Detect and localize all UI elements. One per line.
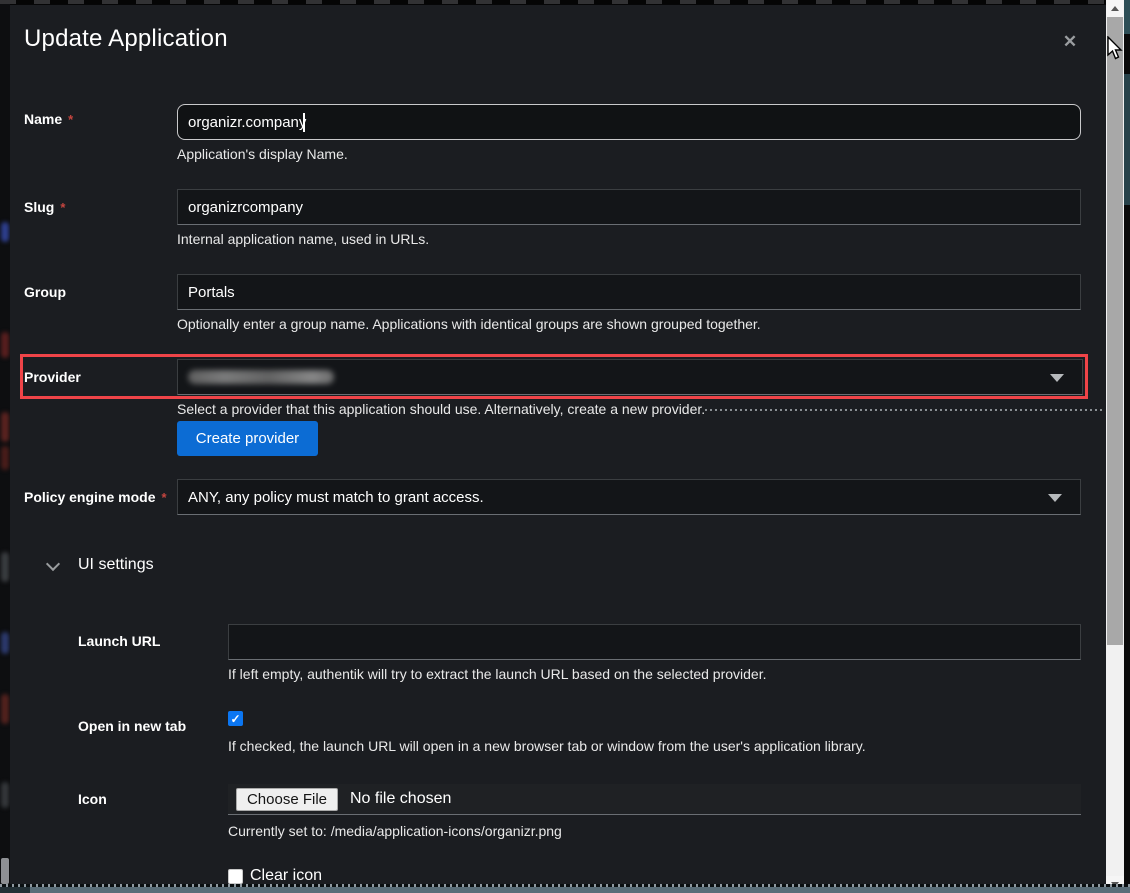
launch-url-input[interactable] (228, 624, 1081, 660)
create-provider-button[interactable]: Create provider (177, 421, 318, 456)
required-marker: * (68, 112, 73, 127)
update-application-modal: Update Application ✕ Name * Application's… (10, 5, 1106, 884)
file-status-text: No file chosen (350, 790, 451, 808)
group-help: Optionally enter a group name. Applicati… (177, 316, 761, 332)
group-label-text: Group (24, 284, 66, 300)
open-in-new-tab-label-text: Open in new tab (78, 718, 186, 734)
open-in-new-tab-help: If checked, the launch URL will open in … (228, 738, 866, 754)
launch-url-label: Launch URL (78, 633, 160, 649)
policy-engine-mode-label: Policy engine mode * (24, 489, 167, 505)
launch-url-label-text: Launch URL (78, 633, 160, 649)
name-label: Name * (24, 111, 73, 127)
redacted-provider-value (188, 370, 334, 384)
edge-segment (1124, 0, 1130, 34)
name-label-text: Name (24, 111, 62, 127)
scrollbar[interactable] (1106, 0, 1124, 893)
slug-help: Internal application name, used in URLs. (177, 231, 429, 247)
modal-title: Update Application (24, 25, 228, 53)
provider-label-text: Provider (24, 369, 81, 385)
text-cursor (303, 113, 305, 132)
required-marker: * (161, 490, 166, 505)
icon-label: Icon (78, 791, 107, 807)
policy-engine-mode-select[interactable]: ANY, any policy must match to grant acce… (177, 479, 1081, 515)
group-label: Group (24, 284, 66, 300)
background-blob (1, 222, 9, 242)
icon-file-input[interactable]: Choose File No file chosen (228, 784, 1081, 815)
scrollbar-up-button[interactable] (1106, 0, 1124, 17)
screen-bottom-edge (0, 887, 1130, 893)
background-blob (1, 632, 9, 654)
open-in-new-tab-checkbox[interactable]: ✓ (228, 711, 243, 726)
background-blob (1, 446, 9, 470)
chevron-down-icon[interactable] (46, 557, 60, 571)
checkmark-icon: ✓ (230, 712, 240, 726)
close-icon[interactable]: ✕ (1058, 30, 1082, 54)
background-blob (1, 782, 9, 808)
choose-file-button[interactable]: Choose File (236, 788, 338, 811)
dotted-line-artifact (705, 409, 1105, 411)
launch-url-help: If left empty, authentik will try to ext… (228, 666, 767, 682)
ui-settings-section-header[interactable]: UI settings (78, 556, 154, 574)
name-help: Application's display Name. (177, 146, 348, 162)
slug-label: Slug * (24, 199, 65, 215)
screen-right-edge (1124, 0, 1130, 893)
slug-label-text: Slug (24, 199, 54, 215)
required-marker: * (60, 200, 65, 215)
name-input[interactable] (177, 104, 1081, 140)
screenshot-edge-dashes-top (0, 0, 1130, 4)
clear-icon-checkbox[interactable] (228, 869, 243, 884)
background-blob (1, 694, 9, 724)
provider-select[interactable] (177, 359, 1083, 395)
slug-input[interactable] (177, 189, 1081, 225)
chevron-down-icon (1050, 374, 1064, 382)
edge-segment (1124, 74, 1130, 205)
background-page-sliver (0, 4, 10, 884)
background-blob (1, 412, 9, 442)
chevron-down-icon (1048, 494, 1062, 502)
icon-help: Currently set to: /media/application-ico… (228, 823, 562, 839)
scrollbar-thumb[interactable] (1107, 17, 1123, 645)
icon-label-text: Icon (78, 791, 107, 807)
provider-label: Provider (24, 369, 81, 385)
clear-icon-label: Clear icon (250, 867, 322, 884)
open-in-new-tab-label: Open in new tab (78, 718, 186, 734)
provider-help: Select a provider that this application … (177, 401, 705, 417)
group-input[interactable] (177, 274, 1081, 310)
triangle-up-icon (1111, 6, 1119, 11)
policy-engine-mode-label-text: Policy engine mode (24, 489, 155, 505)
background-blob (1, 552, 9, 582)
policy-engine-mode-value: ANY, any policy must match to grant acce… (188, 489, 484, 506)
background-blob (1, 858, 9, 884)
screen: Update Application ✕ Name * Application's… (0, 0, 1130, 893)
background-blob (1, 332, 9, 358)
